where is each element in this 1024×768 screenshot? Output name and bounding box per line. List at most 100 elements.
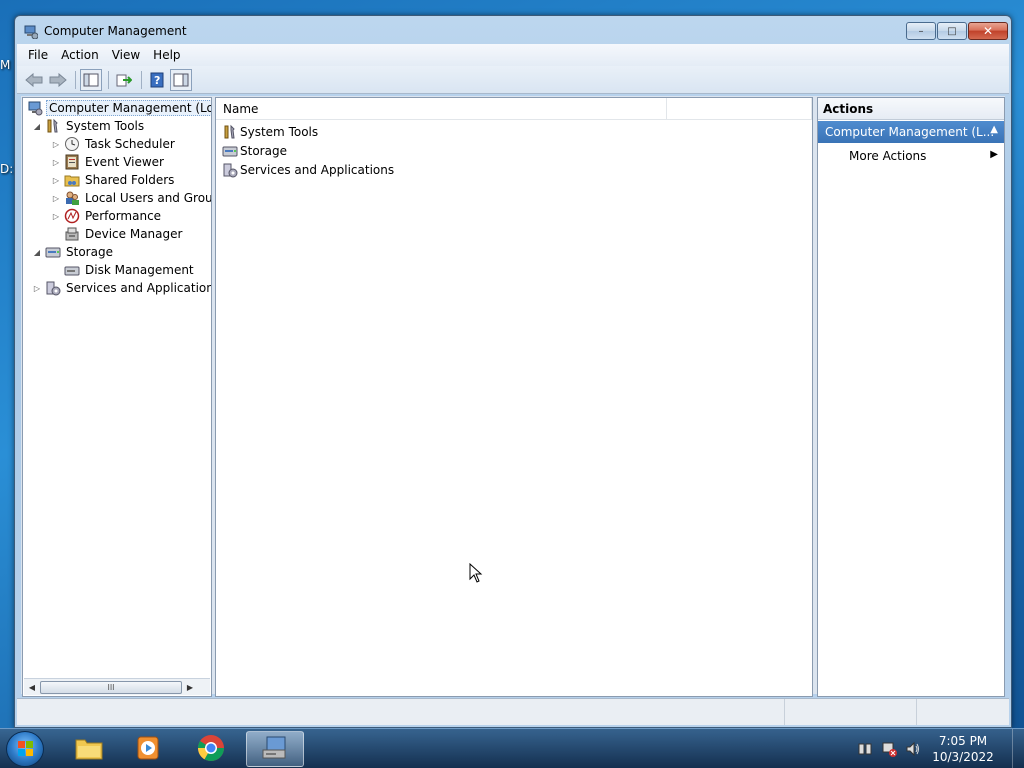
system-tray: 7:05 PM 10/3/2022: [856, 729, 1024, 768]
start-button[interactable]: [6, 731, 44, 767]
expand-arrow-icon[interactable]: ▷: [50, 194, 62, 203]
tree-item-storage[interactable]: ◢ Storage: [31, 243, 115, 261]
storage-icon: [222, 143, 238, 159]
list-item-label: System Tools: [240, 125, 319, 139]
tree-label: Computer Management (Local: [46, 100, 211, 116]
tree-item-system-tools[interactable]: ◢ System Tools: [31, 117, 146, 135]
tree-label: Task Scheduler: [85, 137, 175, 151]
list-item-system-tools[interactable]: System Tools: [222, 123, 318, 141]
collapse-arrow-icon[interactable]: ◢: [31, 248, 43, 257]
list-item-storage[interactable]: Storage: [222, 142, 287, 160]
console-tree: Computer Management (Local ◢ System Tool…: [22, 97, 212, 697]
list-item-label: Storage: [240, 144, 287, 158]
export-list-icon[interactable]: [113, 69, 135, 91]
list-item-label: Services and Applications: [240, 163, 395, 177]
help-icon[interactable]: ?: [146, 69, 168, 91]
close-button[interactable]: ✕: [968, 22, 1008, 40]
system-tools-icon: [222, 124, 238, 140]
tree-item-task-scheduler[interactable]: ▷ Task Scheduler: [50, 135, 177, 153]
taskbar-explorer[interactable]: [60, 731, 118, 767]
more-actions-label: More Actions: [849, 149, 927, 163]
taskbar-chrome[interactable]: [182, 731, 240, 767]
toolbar-separator: [141, 70, 142, 89]
column-header-empty[interactable]: [667, 98, 812, 120]
list-item-services-applications[interactable]: Services and Applications: [222, 161, 394, 179]
back-icon[interactable]: [23, 69, 45, 91]
show-hide-tree-icon[interactable]: [80, 68, 102, 91]
taskbar-media-player[interactable]: [120, 731, 178, 767]
disk-management-icon: [64, 262, 80, 278]
status-cell: [785, 699, 917, 725]
tree-item-local-users-groups[interactable]: ▷ Local Users and Groups: [50, 189, 212, 207]
tree-horizontal-scrollbar[interactable]: ◀ III ▶: [24, 678, 210, 695]
expand-arrow-icon[interactable]: ▷: [50, 140, 62, 149]
computer-management-window: Computer Management – □ ✕ File Action Vi…: [14, 15, 1012, 728]
menu-action[interactable]: Action: [56, 48, 107, 62]
status-cell: [17, 699, 785, 725]
tree-item-device-manager[interactable]: Device Manager: [50, 225, 184, 243]
actions-section-computer-management[interactable]: Computer Management (L... ▲: [818, 121, 1004, 143]
svg-text:?: ?: [154, 74, 160, 87]
toolbar-separator: [108, 70, 109, 89]
desktop-icon-label[interactable]: M: [0, 58, 10, 72]
clock-date: 10/3/2022: [932, 750, 994, 764]
tree-label: Local Users and Groups: [85, 191, 212, 205]
computer-management-icon: [24, 25, 39, 40]
shared-folders-icon: [64, 172, 80, 188]
storage-icon: [45, 244, 61, 260]
tree-item-services-applications[interactable]: ▷ Services and Applications: [31, 279, 212, 297]
volume-icon[interactable]: [904, 740, 922, 758]
collapse-up-icon[interactable]: ▲: [990, 124, 998, 135]
results-pane: Name System Tools Storage Services and A…: [215, 97, 813, 697]
tree-label: Shared Folders: [85, 173, 175, 187]
clock[interactable]: 7:05 PM 10/3/2022: [928, 733, 998, 765]
submenu-arrow-icon: ▶: [990, 149, 998, 160]
services-applications-icon: [222, 162, 238, 178]
column-header-name[interactable]: Name: [216, 98, 668, 120]
scroll-right-icon[interactable]: ▶: [182, 683, 198, 692]
collapse-arrow-icon[interactable]: ◢: [31, 122, 43, 131]
more-actions-item[interactable]: More Actions ▶: [818, 146, 1004, 166]
tree-label: Performance: [85, 209, 162, 223]
menu-help[interactable]: Help: [148, 48, 188, 62]
menu-view[interactable]: View: [107, 48, 148, 62]
minimize-button[interactable]: –: [906, 22, 936, 40]
forward-icon[interactable]: [47, 69, 69, 91]
expand-arrow-icon[interactable]: ▷: [50, 176, 62, 185]
tree-label: Services and Applications: [66, 281, 212, 295]
client-area: Computer Management (Local ◢ System Tool…: [21, 96, 1005, 697]
tree-label: Disk Management: [85, 263, 194, 277]
network-icon[interactable]: [880, 740, 898, 758]
list-header: Name: [216, 98, 812, 120]
actions-header: Actions: [818, 98, 1004, 120]
tree-item-event-viewer[interactable]: ▷ Event Viewer: [50, 153, 166, 171]
desktop-icon-label[interactable]: D:: [0, 162, 13, 176]
show-hide-action-pane-icon[interactable]: [170, 68, 192, 91]
action-center-icon[interactable]: [856, 740, 874, 758]
expand-arrow-icon[interactable]: ▷: [50, 212, 62, 221]
tree-label: Storage: [66, 245, 113, 259]
tree-item-performance[interactable]: ▷ Performance: [50, 207, 163, 225]
taskbar-computer-management[interactable]: [246, 731, 304, 767]
actions-pane: Actions Computer Management (L... ▲ More…: [817, 97, 1005, 697]
status-bar: [17, 698, 1009, 725]
folder-icon: [74, 735, 104, 764]
tree-item-computer-management[interactable]: Computer Management (Local: [25, 99, 211, 117]
toolbar-separator: [75, 70, 76, 89]
performance-icon: [64, 208, 80, 224]
tree-label: Event Viewer: [85, 155, 164, 169]
mouse-cursor-icon: [469, 562, 483, 586]
maximize-button[interactable]: □: [937, 22, 967, 40]
tree-item-disk-management[interactable]: Disk Management: [50, 261, 196, 279]
media-player-icon: [136, 735, 162, 764]
clock-time: 7:05 PM: [938, 734, 988, 748]
menu-file[interactable]: File: [23, 48, 56, 62]
tree-item-shared-folders[interactable]: ▷ Shared Folders: [50, 171, 176, 189]
show-desktop-button[interactable]: [1012, 729, 1024, 768]
scroll-left-icon[interactable]: ◀: [24, 683, 40, 692]
scroll-thumb[interactable]: III: [40, 680, 182, 694]
expand-arrow-icon[interactable]: ▷: [50, 158, 62, 167]
tree-label: Device Manager: [85, 227, 183, 241]
device-manager-icon: [64, 226, 80, 242]
expand-arrow-icon[interactable]: ▷: [31, 284, 43, 293]
